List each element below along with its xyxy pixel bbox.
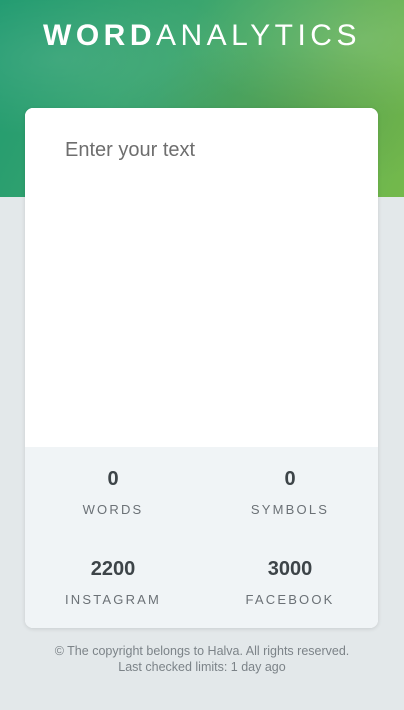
footer: © The copyright belongs to Halva. All ri… (0, 643, 404, 675)
stat-facebook: 3000 FACEBOOK (202, 557, 378, 608)
stat-symbols: 0 SYMBOLS (202, 467, 378, 518)
stat-label: SYMBOLS (250, 502, 330, 517)
stat-words: 0 WORDS (25, 467, 201, 518)
stat-label: INSTAGRAM (64, 592, 162, 607)
stat-value: 0 (284, 468, 296, 490)
stat-label: WORDS (82, 502, 144, 517)
stat-value: 0 (107, 468, 119, 490)
stat-value: 3000 (267, 558, 313, 580)
analyzer-card: 0 WORDS 0 SYMBOLS 2200 INSTAGRAM 3000 FA… (25, 108, 378, 628)
stat-label: FACEBOOK (245, 592, 335, 607)
logo-word: WORD (43, 19, 156, 52)
copyright-text: © The copyright belongs to Halva. All ri… (54, 644, 350, 658)
last-checked-text: Last checked limits: 1 day ago (118, 660, 286, 674)
logo: WORDANALYTICS (0, 18, 404, 54)
stat-value: 2200 (90, 558, 136, 580)
logo-analytics: ANALYTICS (155, 19, 361, 52)
stat-instagram: 2200 INSTAGRAM (25, 557, 201, 608)
text-input[interactable] (25, 108, 378, 447)
stats-panel: 0 WORDS 0 SYMBOLS 2200 INSTAGRAM 3000 FA… (25, 447, 378, 628)
